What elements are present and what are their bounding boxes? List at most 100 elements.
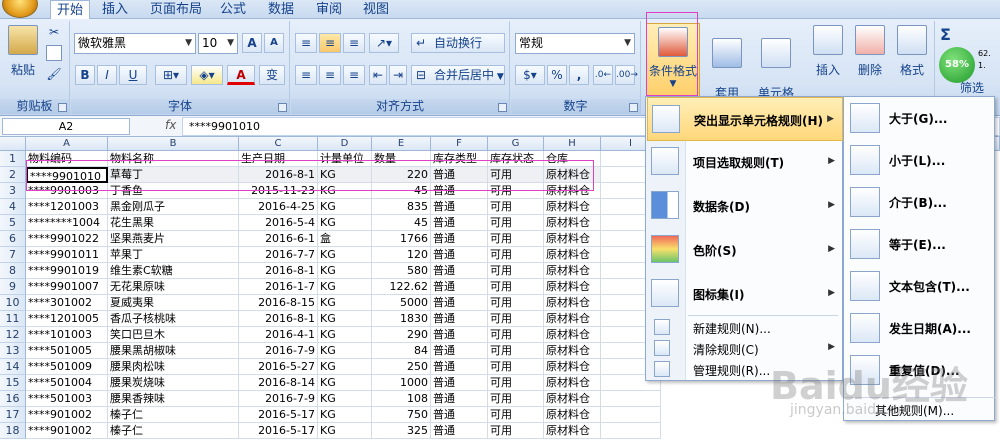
clipboard-launcher[interactable] <box>58 103 67 112</box>
table-cell[interactable]: 原材料仓 <box>544 199 601 215</box>
table-cell[interactable]: 2016-4-25 <box>239 199 318 215</box>
table-cell[interactable]: 原材料仓 <box>544 231 601 247</box>
table-cell[interactable]: KG <box>318 311 372 327</box>
table-cell[interactable]: 物料名称 <box>108 151 239 167</box>
conditional-format-button[interactable]: 条件格式 ▼ <box>646 23 700 97</box>
table-cell[interactable]: 122.62 <box>372 279 431 295</box>
table-cell[interactable]: 2016-5-17 <box>239 423 318 439</box>
table-cell[interactable]: 普通 <box>431 247 488 263</box>
table-cell[interactable]: 计量单位 <box>318 151 372 167</box>
table-cell[interactable]: 腰果炭烧味 <box>108 375 239 391</box>
shrink-font-button[interactable]: A <box>264 33 284 53</box>
table-cell[interactable]: 835 <box>372 199 431 215</box>
merge-center-button[interactable]: ⊟ 合并后居中 ▼ <box>411 65 505 85</box>
table-cell[interactable]: 可用 <box>488 391 544 407</box>
table-cell[interactable]: 可用 <box>488 231 544 247</box>
grow-font-button[interactable]: A <box>242 33 262 53</box>
table-cell[interactable]: 榛子仁 <box>108 407 239 423</box>
table-cell[interactable]: 原材料仓 <box>544 279 601 295</box>
table-cell[interactable]: 维生素C软糖 <box>108 263 239 279</box>
currency-button[interactable]: $▾ <box>515 65 545 85</box>
table-cell[interactable]: 原材料仓 <box>544 423 601 439</box>
table-cell[interactable]: 普通 <box>431 183 488 199</box>
delete-cells-button[interactable]: 删除 <box>851 25 889 78</box>
table-cell[interactable] <box>601 423 661 439</box>
row-header[interactable]: 17 <box>0 407 26 423</box>
percent-button[interactable]: % <box>547 65 567 85</box>
align-left-button[interactable]: ≡ <box>295 65 317 85</box>
table-cell[interactable]: 2016-7-9 <box>239 391 318 407</box>
submenu-item-greater-than[interactable]: 大于(G)... <box>845 99 995 137</box>
table-cell[interactable]: 普通 <box>431 295 488 311</box>
decrease-indent-button[interactable]: ⇤ <box>369 65 387 85</box>
table-cell[interactable]: 物料编码 <box>26 151 108 167</box>
row-header[interactable]: 5 <box>0 215 26 231</box>
row-header[interactable]: 12 <box>0 327 26 343</box>
tab-home[interactable]: 开始 <box>50 0 91 20</box>
table-cell[interactable]: 45 <box>372 215 431 231</box>
table-cell[interactable]: 花生黑果 <box>108 215 239 231</box>
table-cell[interactable]: 可用 <box>488 311 544 327</box>
table-cell[interactable]: 45 <box>372 183 431 199</box>
table-cell[interactable]: 普通 <box>431 375 488 391</box>
table-cell[interactable] <box>601 407 661 423</box>
table-cell[interactable]: 可用 <box>488 263 544 279</box>
table-cell[interactable]: 1830 <box>372 311 431 327</box>
comma-button[interactable]: , <box>569 65 589 85</box>
function-icon[interactable]: fx <box>165 118 176 132</box>
row-header[interactable]: 2 <box>0 167 26 183</box>
table-cell[interactable]: 普通 <box>431 359 488 375</box>
table-cell[interactable]: KG <box>318 407 372 423</box>
table-cell[interactable]: ****301002 <box>26 295 108 311</box>
increase-decimal-button[interactable]: .0← <box>593 65 613 85</box>
row-header[interactable]: 16 <box>0 391 26 407</box>
row-header[interactable]: 7 <box>0 247 26 263</box>
table-cell[interactable]: 原材料仓 <box>544 391 601 407</box>
table-cell[interactable]: KG <box>318 263 372 279</box>
table-cell[interactable]: ****501005 <box>26 343 108 359</box>
table-cell[interactable]: 腰果黑胡椒味 <box>108 343 239 359</box>
align-center-button[interactable]: ≡ <box>319 65 341 85</box>
table-cell[interactable]: 可用 <box>488 295 544 311</box>
column-header-A[interactable]: A <box>26 137 108 151</box>
table-cell[interactable]: 普通 <box>431 407 488 423</box>
table-cell[interactable]: 原材料仓 <box>544 167 601 183</box>
table-cell[interactable]: 可用 <box>488 279 544 295</box>
table-cell[interactable]: 丁香鱼 <box>108 183 239 199</box>
table-cell[interactable]: 原材料仓 <box>544 215 601 231</box>
table-cell[interactable]: 2016-8-15 <box>239 295 318 311</box>
table-cell[interactable]: KG <box>318 327 372 343</box>
row-header[interactable]: 15 <box>0 375 26 391</box>
table-cell[interactable]: 苹果丁 <box>108 247 239 263</box>
table-cell[interactable]: 可用 <box>488 359 544 375</box>
table-cell[interactable]: 可用 <box>488 375 544 391</box>
borders-button[interactable]: ⊞▾ <box>155 65 187 85</box>
table-cell[interactable]: 120 <box>372 247 431 263</box>
table-cell[interactable]: 2016-7-9 <box>239 343 318 359</box>
copy-icon[interactable] <box>46 45 62 61</box>
row-header[interactable]: 1 <box>0 151 26 167</box>
table-cell[interactable]: 原材料仓 <box>544 407 601 423</box>
table-cell[interactable]: KG <box>318 215 372 231</box>
menu-item-data-bars[interactable]: 数据条(D) ▶ <box>647 185 843 225</box>
table-cell[interactable]: 库存类型 <box>431 151 488 167</box>
align-right-button[interactable]: ≡ <box>343 65 365 85</box>
table-cell[interactable]: 普通 <box>431 279 488 295</box>
table-cell[interactable]: 2016-8-14 <box>239 375 318 391</box>
table-cell[interactable]: 榛子仁 <box>108 423 239 439</box>
office-button[interactable] <box>2 0 38 18</box>
alignment-launcher[interactable] <box>498 103 507 112</box>
align-top-button[interactable]: ≡ <box>295 33 317 53</box>
row-header[interactable]: 3 <box>0 183 26 199</box>
table-cell[interactable]: 普通 <box>431 263 488 279</box>
table-cell[interactable]: KG <box>318 199 372 215</box>
table-cell[interactable]: 可用 <box>488 423 544 439</box>
table-cell[interactable]: KG <box>318 375 372 391</box>
table-cell[interactable]: ****901002 <box>26 407 108 423</box>
align-middle-button[interactable]: ≡ <box>319 33 341 53</box>
table-cell[interactable]: 2016-8-1 <box>239 263 318 279</box>
table-cell[interactable]: 325 <box>372 423 431 439</box>
table-cell[interactable]: KG <box>318 359 372 375</box>
table-cell[interactable]: 数量 <box>372 151 431 167</box>
table-cell[interactable]: ****901002 <box>26 423 108 439</box>
